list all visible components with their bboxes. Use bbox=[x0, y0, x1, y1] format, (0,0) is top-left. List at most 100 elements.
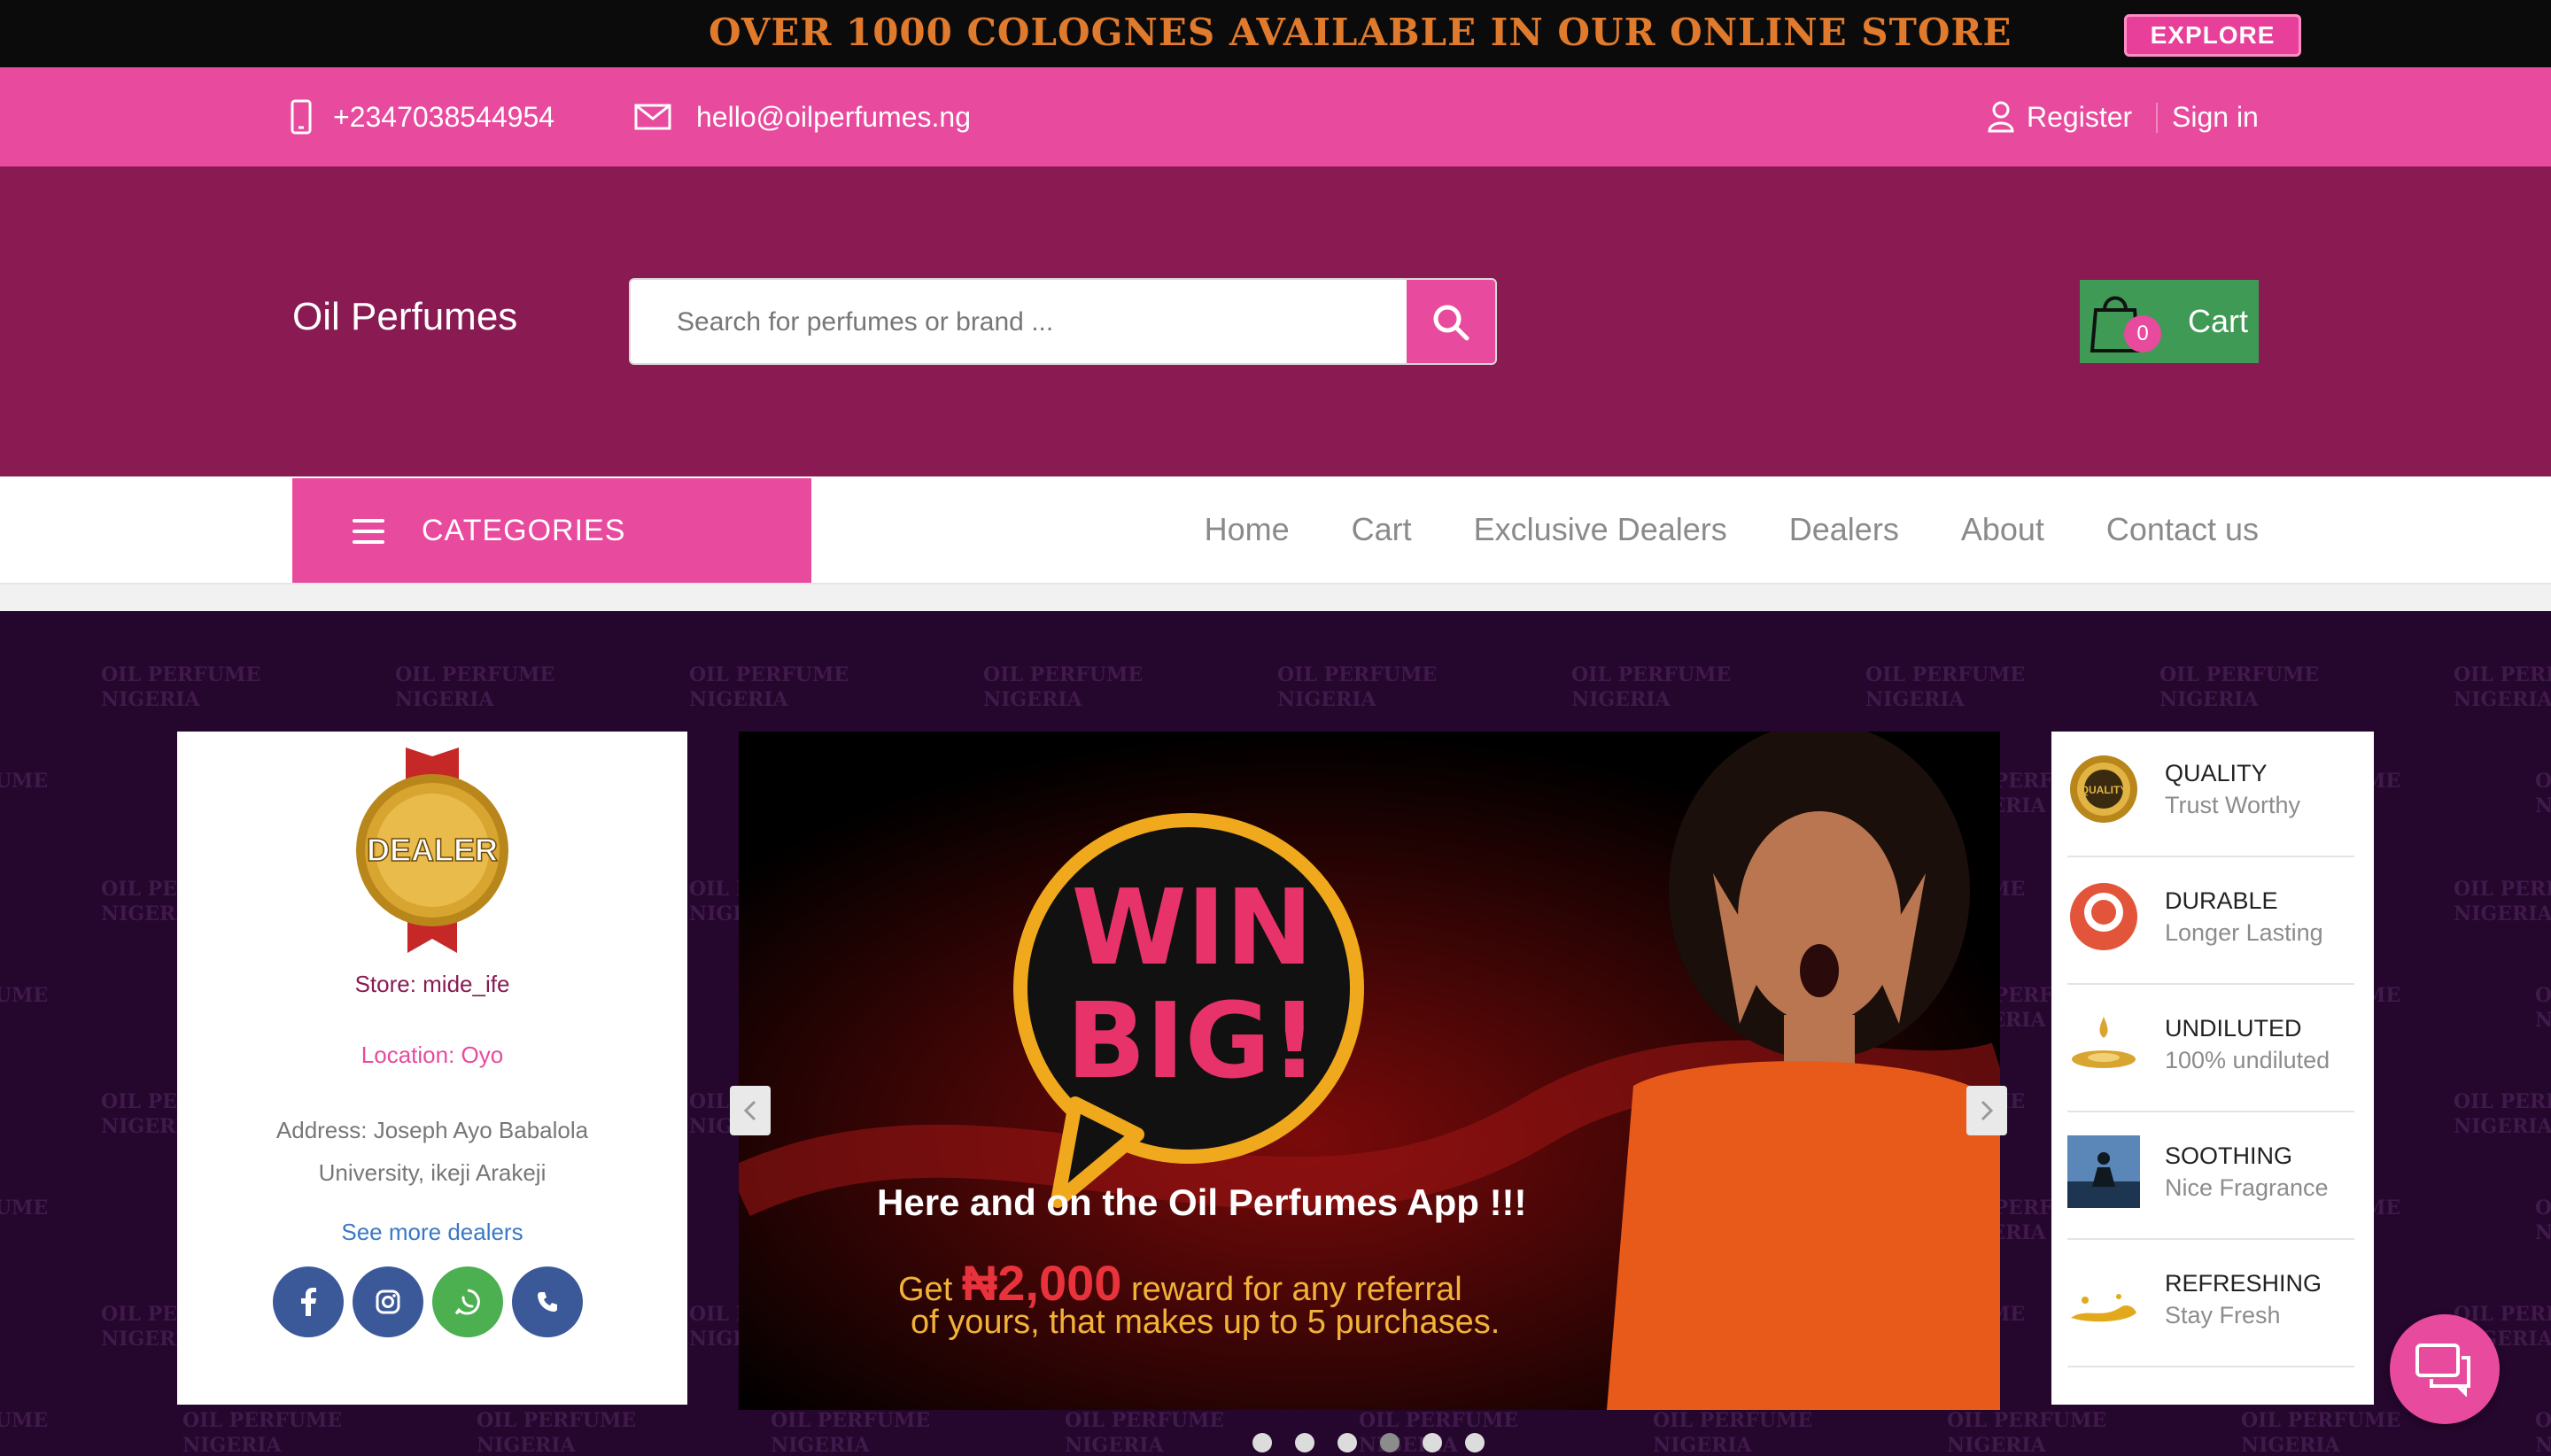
section-divider bbox=[0, 585, 2551, 611]
phone-contact[interactable]: +2347038544954 bbox=[291, 67, 554, 167]
watermark-text: OIL PERFUMENIGERIA bbox=[101, 663, 261, 711]
cart-button[interactable]: 0 Cart bbox=[2080, 280, 2259, 363]
hamburger-icon bbox=[353, 519, 384, 544]
main-nav: CATEGORIES Home Cart Exclusive Dealers D… bbox=[0, 476, 2551, 585]
chevron-left-icon bbox=[743, 1100, 756, 1121]
carousel-pagination bbox=[1252, 1433, 1485, 1452]
nav-link-exclusive-dealers[interactable]: Exclusive Dealers bbox=[1474, 511, 1727, 548]
phone-number: +2347038544954 bbox=[333, 100, 555, 133]
banner-offer-line2: of yours, that makes up to 5 purchases. bbox=[911, 1304, 1500, 1341]
carousel-prev-button[interactable] bbox=[730, 1086, 771, 1135]
dealer-location: Location: Oyo bbox=[361, 1042, 504, 1068]
signin-link[interactable]: Sign in bbox=[2172, 67, 2259, 167]
watermark-text: OIL PERFUMENIGERIA bbox=[2454, 663, 2551, 711]
email-address: hello@oilperfumes.ng bbox=[696, 100, 971, 133]
durable-icon bbox=[2070, 883, 2137, 950]
watermark-text: OIL PERFUMENIGERIA bbox=[1065, 1409, 1225, 1456]
dealer-social-links bbox=[273, 1266, 592, 1339]
whatsapp-button[interactable] bbox=[432, 1266, 503, 1337]
contact-divider bbox=[2156, 103, 2158, 133]
svg-text:QUALITY: QUALITY bbox=[2081, 784, 2128, 796]
watermark-text: OIL PERFUMENIGERIA bbox=[2454, 878, 2551, 925]
watermark-text: OIL PERFUMENIGERIA bbox=[0, 770, 49, 793]
features-panel: QUALITY QUALITY Trust Worthy DURABLE Lon… bbox=[2051, 732, 2374, 1405]
reward-amount: ₦2,000 bbox=[961, 1255, 1122, 1311]
watermark-text: OIL PERFUMENIGERIA bbox=[1277, 663, 1438, 711]
promo-carousel-slide[interactable]: WIN BIG! Here and on the Oil Perfumes Ap… bbox=[739, 732, 2000, 1410]
instagram-button[interactable] bbox=[353, 1266, 423, 1337]
carousel-dot[interactable] bbox=[1252, 1433, 1272, 1452]
facebook-icon bbox=[301, 1288, 316, 1316]
carousel-next-button[interactable] bbox=[1966, 1086, 2007, 1135]
watermark-text: OIL PERFUMENIGERIA bbox=[2535, 1197, 2551, 1244]
watermark-text: OIL PERFUMENIGERIA bbox=[2159, 663, 2320, 711]
search-input[interactable] bbox=[631, 280, 1495, 363]
watermark-text: OIL PERFUMENIGERIA bbox=[182, 1409, 343, 1456]
watermark-text: OIL PERFUMENIGERIA bbox=[1653, 1409, 1813, 1456]
watermark-text: OIL PERFUMENIGERIA bbox=[395, 663, 555, 711]
watermark-text: OIL PERFUMENIGERIA bbox=[477, 1409, 637, 1456]
promo-banner: OVER 1000 COLOGNES AVAILABLE IN OUR ONLI… bbox=[0, 0, 2551, 67]
carousel-dot[interactable] bbox=[1338, 1433, 1357, 1452]
site-logo[interactable]: Oil Perfumes bbox=[292, 295, 517, 339]
nav-links: Home Cart Exclusive Dealers Dealers Abou… bbox=[1143, 476, 2259, 583]
carousel-dot[interactable] bbox=[1295, 1433, 1314, 1452]
watermark-text: OIL PERFUMENIGERIA bbox=[0, 1409, 49, 1432]
search-button[interactable] bbox=[1407, 280, 1495, 363]
register-label: Register bbox=[2027, 100, 2133, 133]
nav-link-dealers[interactable]: Dealers bbox=[1789, 511, 1899, 548]
nav-link-contact[interactable]: Contact us bbox=[2106, 511, 2259, 548]
dealer-address: Address: Joseph Ayo Babalola University,… bbox=[275, 1117, 589, 1186]
watermark-text: OIL PERFUMENIGERIA bbox=[2535, 1409, 2551, 1456]
mail-icon bbox=[634, 104, 671, 130]
hero-section: OIL PERFUME NIGERIA OIL PERFUME NIGERIA OIL … bbox=[0, 611, 2551, 1456]
dealer-store: Store: mide_ife bbox=[354, 971, 510, 997]
site-header: Oil Perfumes 0 Cart bbox=[0, 167, 2551, 476]
contact-bar: +2347038544954 hello@oilperfumes.ng Regi… bbox=[0, 67, 2551, 167]
carousel-dot[interactable] bbox=[1423, 1433, 1442, 1452]
watermark-text: OIL PERFUMENIGERIA bbox=[1571, 663, 1732, 711]
feature-soothing: SOOTHING Nice Fragrance bbox=[2067, 1114, 2354, 1240]
watermark-text: OIL PERFUMENIGERIA bbox=[2535, 770, 2551, 817]
carousel-dot[interactable] bbox=[1380, 1433, 1400, 1452]
quality-seal-icon: QUALITY bbox=[2070, 755, 2137, 823]
nav-link-cart[interactable]: Cart bbox=[1352, 511, 1412, 548]
nav-link-about[interactable]: About bbox=[1961, 511, 2044, 548]
search-icon bbox=[1433, 305, 1469, 341]
feature-undiluted: UNDILUTED 100% undiluted bbox=[2067, 987, 2354, 1112]
watermark-text: OIL PERFUMENIGERIA bbox=[771, 1409, 931, 1456]
watermark-text: OIL PERFUMENIGERIA bbox=[2454, 1090, 2551, 1138]
categories-label: CATEGORIES bbox=[422, 514, 626, 547]
facebook-button[interactable] bbox=[273, 1266, 344, 1337]
dealer-badge-icon: DEALER bbox=[344, 747, 521, 953]
banner-headline: Here and on the Oil Perfumes App !!! bbox=[877, 1181, 1527, 1223]
watermark-text: OIL PERFUMENIGERIA bbox=[2241, 1409, 2401, 1456]
drop-icon bbox=[2072, 1017, 2136, 1068]
watermark-text: OIL PERFUMENIGERIA bbox=[1865, 663, 2026, 711]
svg-text:WIN: WIN bbox=[1072, 866, 1314, 988]
chat-button[interactable] bbox=[2390, 1314, 2500, 1424]
watermark-text: OIL PERFUMENIGERIA bbox=[689, 663, 849, 711]
carousel-dot[interactable] bbox=[1465, 1433, 1485, 1452]
explore-button[interactable]: EXPLORE bbox=[2124, 14, 2301, 57]
categories-menu-button[interactable]: CATEGORIES bbox=[292, 478, 811, 583]
register-link[interactable]: Register bbox=[1988, 67, 2132, 167]
whatsapp-icon bbox=[454, 1289, 480, 1315]
see-more-dealers-link[interactable]: See more dealers bbox=[177, 1219, 687, 1246]
svg-text:DEALER: DEALER bbox=[367, 832, 498, 868]
nav-link-home[interactable]: Home bbox=[1205, 511, 1290, 548]
chat-icon bbox=[2415, 1344, 2470, 1397]
call-button[interactable] bbox=[512, 1266, 583, 1337]
watermark-text: OIL PERFUMENIGERIA bbox=[1947, 1409, 2107, 1456]
dealer-card: DEALER Store: mide_ife Location: Oyo Add… bbox=[177, 732, 687, 1405]
feature-quality: QUALITY QUALITY Trust Worthy bbox=[2067, 732, 2354, 857]
email-contact[interactable]: hello@oilperfumes.ng bbox=[634, 67, 971, 167]
user-icon bbox=[1988, 101, 2014, 133]
watermark-text: OIL PERFUMENIGERIA bbox=[0, 984, 49, 1007]
feature-refreshing: REFRESHING Stay Fresh bbox=[2067, 1242, 2354, 1367]
watermark-text: OIL PERFUMENIGERIA bbox=[2535, 984, 2551, 1032]
cart-label: Cart bbox=[2188, 303, 2249, 339]
watermark-text: OIL PERFUMENIGERIA bbox=[983, 663, 1144, 711]
svg-text:BIG!: BIG! bbox=[1066, 980, 1319, 1102]
cart-count-badge: 0 bbox=[2124, 315, 2161, 352]
